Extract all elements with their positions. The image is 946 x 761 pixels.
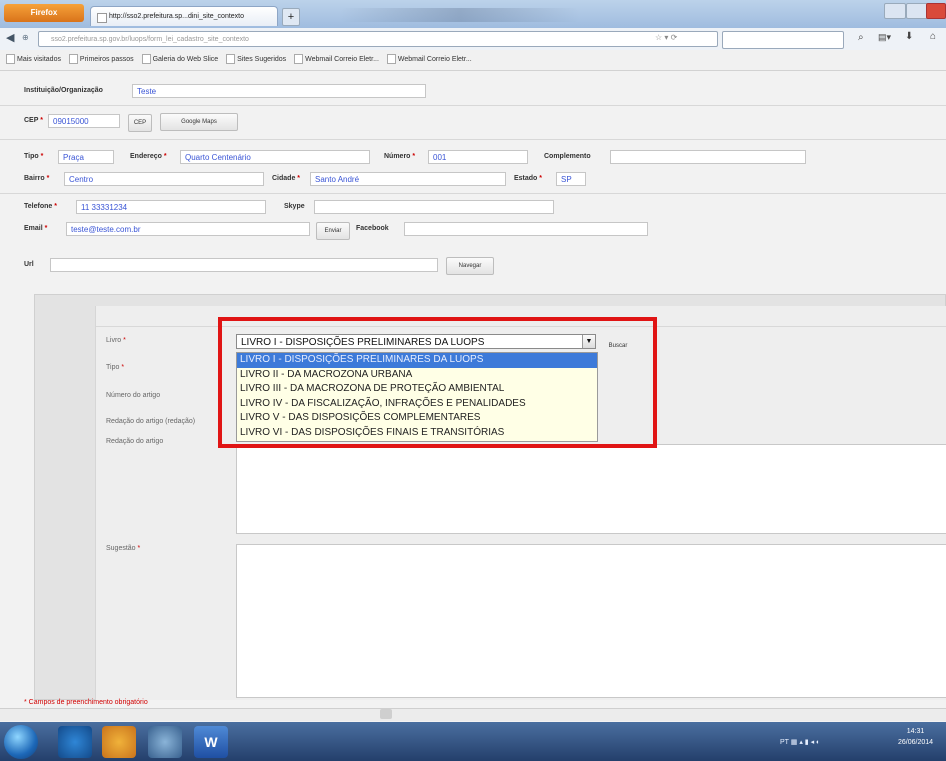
bookmark-icon	[226, 54, 236, 65]
complemento-label: Complemento	[544, 153, 591, 160]
bookmark-item[interactable]: Webmail Correio Eletr...	[386, 50, 472, 70]
clock-time: 14:31	[906, 728, 925, 735]
livro-label: Livro *	[106, 337, 126, 344]
url-label: Url	[24, 261, 34, 268]
numero-input[interactable]: 001	[428, 150, 528, 164]
background-tab-blur	[340, 8, 580, 22]
outlook-icon[interactable]	[102, 726, 136, 758]
numero-artigo-label: Número do artigo	[106, 392, 161, 399]
bookmark-item[interactable]: Sites Sugeridos	[226, 50, 286, 70]
horizontal-scrollbar[interactable]	[0, 708, 946, 721]
tipo-input[interactable]: Praça	[58, 150, 114, 164]
estado-input[interactable]: SP	[556, 172, 586, 186]
redacao-artigo-label: Redação do artigo	[106, 438, 164, 445]
tipo-label: Tipo *	[24, 153, 44, 160]
cidade-label: Cidade *	[272, 175, 301, 182]
redacao-artigo-textarea[interactable]	[236, 444, 946, 534]
org-input[interactable]: Teste	[132, 84, 426, 98]
divider	[0, 193, 946, 194]
browser-tab[interactable]: http://sso2.prefeitura.sp...dini_site_co…	[90, 6, 278, 26]
taskbar-clock[interactable]: 14:31 26/06/2014	[898, 726, 933, 748]
maximize-button[interactable]	[906, 3, 928, 19]
email-label: Email *	[24, 225, 48, 232]
bairro-input[interactable]: Centro	[64, 172, 264, 186]
search-icon[interactable]: ⌕	[858, 32, 864, 43]
org-label: Instituição/Organização	[24, 87, 103, 94]
tab-title: http://sso2.prefeitura.sp...dini_site_co…	[109, 13, 245, 20]
scrollbar-thumb[interactable]	[380, 709, 392, 719]
estado-label: Estado *	[514, 175, 543, 182]
new-tab-button[interactable]: +	[282, 8, 300, 26]
url-text: sso2.prefeitura.sp.gov.br/luops/form_lei…	[51, 36, 249, 43]
network-app-icon[interactable]	[148, 726, 182, 758]
bookmarks-menu-icon[interactable]: ▤▾	[878, 32, 891, 43]
redacao-redacao-label: Redação do artigo (redação)	[106, 418, 196, 425]
bookmark-icon	[68, 54, 78, 65]
bookmark-icon	[6, 54, 15, 65]
clock-date: 26/06/2014	[898, 739, 934, 746]
cep-label: CEP *	[24, 117, 43, 124]
tipo-artigo-label: Tipo *	[106, 364, 125, 371]
bookmark-item[interactable]: Galeria do Web Slice	[141, 50, 218, 70]
numero-label: Número *	[384, 153, 416, 160]
facebook-label: Facebook	[356, 225, 389, 232]
firefox-menu-button[interactable]: Firefox	[4, 4, 84, 22]
bookmarks-toolbar: Mais visitados Primeiros passos Galeria …	[0, 50, 946, 71]
bookmark-item[interactable]: Primeiros passos	[68, 50, 134, 70]
bookmark-icon	[294, 54, 304, 65]
system-tray[interactable]: PT ▦ ▴ ▮ ◂ ◐	[780, 738, 820, 746]
sugestao-textarea[interactable]	[236, 544, 946, 698]
word-icon[interactable]: W	[194, 726, 228, 758]
google-maps-button[interactable]: Google Maps	[160, 113, 238, 131]
cep-button[interactable]: CEP	[128, 114, 152, 132]
highlight-annotation-box	[218, 317, 657, 448]
required-mark: *	[40, 117, 43, 124]
bookmark-item[interactable]: Webmail Correio Eletr...	[294, 50, 379, 70]
close-window-button[interactable]	[926, 3, 946, 19]
back-arrow-icon[interactable]: ◀	[6, 31, 14, 44]
telefone-input[interactable]: 11 33331234	[76, 200, 266, 214]
site-identity-icon[interactable]: ⊕	[22, 33, 29, 42]
telefone-label: Telefone *	[24, 203, 57, 210]
cidade-input[interactable]: Santo André	[310, 172, 506, 186]
search-box[interactable]	[722, 31, 844, 49]
skype-label: Skype	[284, 203, 305, 210]
start-button-icon[interactable]	[4, 725, 38, 759]
enviar-button[interactable]: Enviar	[316, 222, 350, 240]
divider	[0, 139, 946, 140]
url-input[interactable]	[50, 258, 438, 272]
bairro-label: Bairro *	[24, 175, 50, 182]
complemento-input[interactable]	[610, 150, 806, 164]
bookmark-item[interactable]: Mais visitados	[6, 50, 61, 70]
cep-input[interactable]: 09015000	[48, 114, 120, 128]
bookmark-icon	[141, 54, 151, 65]
home-icon[interactable]: ⌂	[930, 31, 936, 42]
star-bookmark-icon[interactable]: ☆ ▾ ⟳	[655, 33, 677, 42]
required-fields-note: * Campos de preenchimento obrigatório	[24, 699, 148, 706]
internet-explorer-icon[interactable]	[58, 726, 92, 758]
sugestao-label: Sugestão *	[106, 545, 141, 552]
facebook-input[interactable]	[404, 222, 648, 236]
page-favicon-icon	[97, 13, 107, 23]
bookmark-icon	[386, 54, 396, 65]
endereco-label: Endereço *	[130, 153, 167, 160]
navegar-button[interactable]: Navegar	[446, 257, 494, 275]
endereco-input[interactable]: Quarto Centenário	[180, 150, 370, 164]
skype-input[interactable]	[314, 200, 554, 214]
email-input[interactable]: teste@teste.com.br	[66, 222, 310, 236]
divider	[0, 105, 946, 106]
download-icon[interactable]: ⬇	[905, 31, 913, 42]
minimize-button[interactable]	[884, 3, 906, 19]
url-bar[interactable]: sso2.prefeitura.sp.gov.br/luops/form_lei…	[38, 31, 718, 47]
